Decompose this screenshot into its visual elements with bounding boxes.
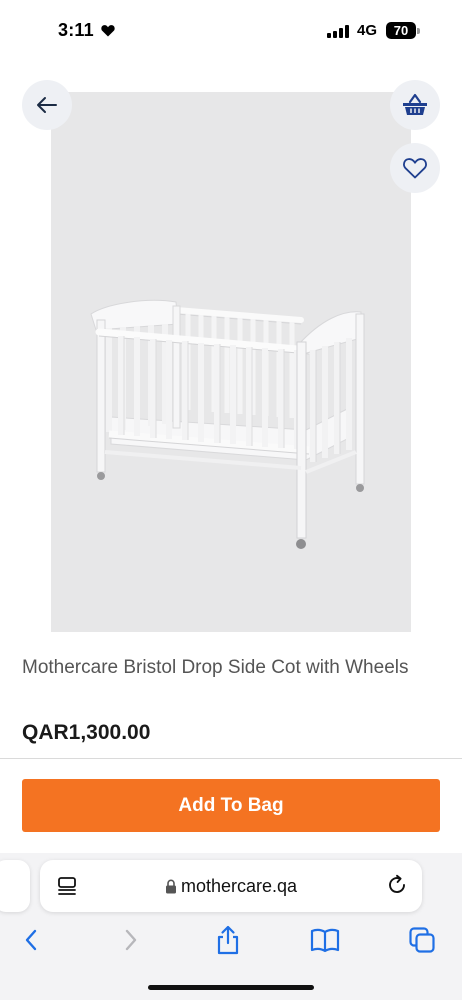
product-title: Mothercare Bristol Drop Side Cot with Wh…	[22, 657, 409, 678]
crib-image	[90, 299, 365, 549]
tabs-button[interactable]	[407, 925, 437, 955]
basket-button[interactable]	[390, 80, 440, 130]
chevron-right-icon	[125, 929, 137, 951]
cta-area: Add To Bag	[0, 759, 462, 853]
tabs-icon	[409, 927, 435, 953]
reload-icon[interactable]	[386, 874, 408, 896]
wishlist-button[interactable]	[390, 143, 440, 193]
add-to-bag-button[interactable]: Add To Bag	[22, 779, 440, 832]
product-info: Mothercare Bristol Drop Side Cot with Wh…	[0, 632, 462, 758]
heart-status-icon	[101, 25, 115, 37]
home-indicator	[148, 985, 314, 990]
browser-toolbar	[0, 921, 462, 961]
status-time: 3:11	[58, 20, 94, 40]
back-arrow-icon	[37, 97, 57, 113]
shopping-basket-icon	[403, 93, 427, 115]
share-icon	[217, 925, 239, 955]
address-bar[interactable]: mothercare.qa	[40, 860, 422, 912]
back-button[interactable]	[22, 80, 72, 130]
signal-icon	[327, 25, 349, 38]
network-label: 4G	[357, 22, 378, 39]
url-display[interactable]: mothercare.qa	[40, 876, 422, 897]
product-price: QAR1,300.00	[22, 721, 151, 744]
url-text: mothercare.qa	[180, 876, 298, 896]
battery-tip	[417, 28, 420, 34]
browser-chrome: mothercare.qa	[0, 853, 462, 1000]
chevron-left-icon	[25, 929, 37, 951]
bookmarks-button[interactable]	[310, 925, 340, 955]
browser-back-button[interactable]	[16, 925, 46, 955]
previous-tab-preview[interactable]	[0, 860, 30, 912]
browser-forward-button[interactable]	[116, 925, 146, 955]
battery-icon: 70	[386, 22, 416, 39]
status-bar: 3:11 4G 70	[0, 0, 462, 62]
bookmarks-icon	[310, 928, 340, 953]
share-button[interactable]	[213, 925, 243, 955]
heart-icon	[403, 158, 427, 179]
lock-icon	[165, 879, 176, 894]
product-image[interactable]	[51, 92, 411, 632]
